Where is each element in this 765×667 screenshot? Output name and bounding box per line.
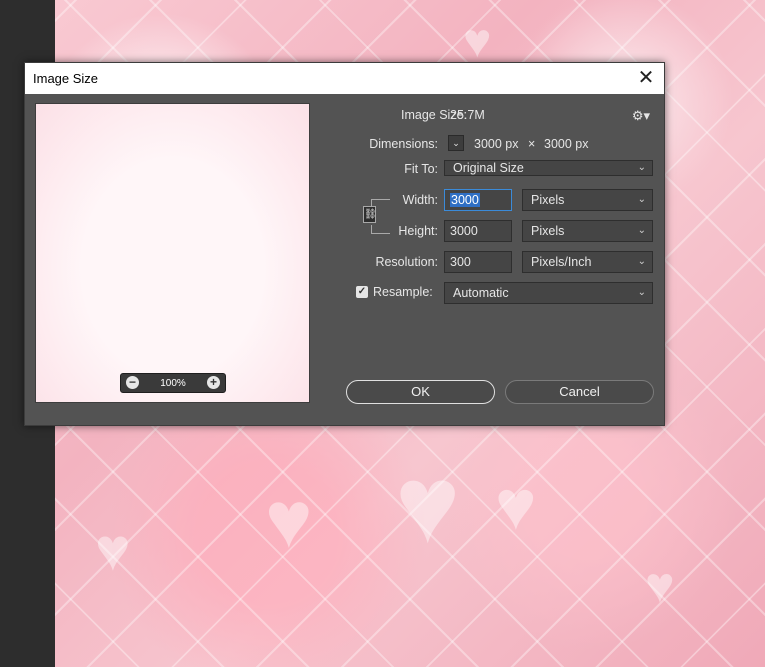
dialog-title: Image Size [33,71,99,86]
heart-decoration-icon: ♥ [645,557,675,613]
fit-to-value: Original Size [453,161,524,175]
dimensions-label: Dimensions: [369,137,438,151]
resample-checkbox[interactable]: ✓ [356,286,368,298]
checkmark-icon: ✓ [357,286,367,297]
dimensions-height: 3000 px [544,137,589,151]
height-unit-select[interactable]: Pixels ⌄ [522,220,653,242]
chevron-down-icon: ⌄ [637,194,646,205]
resolution-unit-select[interactable]: Pixels/Inch ⌄ [522,251,653,273]
width-unit-value: Pixels [531,193,565,207]
heart-decoration-icon: ♥ [395,443,461,566]
width-label: Width: [402,193,438,207]
gear-icon[interactable]: ⚙▾ [632,108,650,124]
width-value: 3000 [450,193,480,207]
zoom-control: − 100% + [120,373,226,393]
dimensions-times: × [528,137,536,151]
fit-to-label: Fit To: [404,162,438,176]
heart-decoration-icon: ♥ [463,15,492,68]
resolution-unit-value: Pixels/Inch [531,255,592,269]
height-unit-value: Pixels [531,224,565,238]
image-size-value: 25.7M [450,108,485,122]
resample-value: Automatic [453,286,509,300]
resample-label: Resample: [373,285,433,299]
height-input[interactable]: 3000 [444,220,512,242]
heart-decoration-icon: ♥ [495,466,537,544]
resample-select[interactable]: Automatic ⌄ [444,282,653,304]
zoom-in-icon[interactable]: + [207,376,220,389]
fit-to-select[interactable]: Original Size ⌄ [444,160,653,176]
width-unit-select[interactable]: Pixels ⌄ [522,189,653,211]
ok-button[interactable]: OK [346,380,495,404]
chevron-down-icon[interactable]: ⌄ [448,135,464,151]
cancel-button[interactable]: Cancel [505,380,654,404]
dimensions-width: 3000 px [474,137,519,151]
heart-decoration-icon: ♥ [265,475,313,564]
height-value: 3000 [450,224,478,238]
resolution-label: Resolution: [375,255,438,269]
chevron-down-icon: ⌄ [637,225,646,236]
chevron-down-icon: ⌄ [637,162,646,173]
dialog-titlebar: Image Size ✕ [25,63,664,94]
heart-decoration-icon: ♥ [95,516,131,583]
chevron-down-icon: ⌄ [637,256,646,267]
resolution-value: 300 [450,255,471,269]
close-icon[interactable]: ✕ [634,67,658,89]
image-size-label: Image Size: [400,108,467,122]
resolution-input[interactable]: 300 [444,251,512,273]
link-chain-icon[interactable]: ⛓ [363,206,377,223]
chevron-down-icon: ⌄ [637,287,646,298]
image-preview[interactable]: − 100% + [35,103,310,403]
width-input[interactable]: 3000 [444,189,512,211]
height-label: Height: [398,224,438,238]
image-size-dialog: Image Size ✕ − 100% + Image Size: 25.7M … [24,62,665,426]
